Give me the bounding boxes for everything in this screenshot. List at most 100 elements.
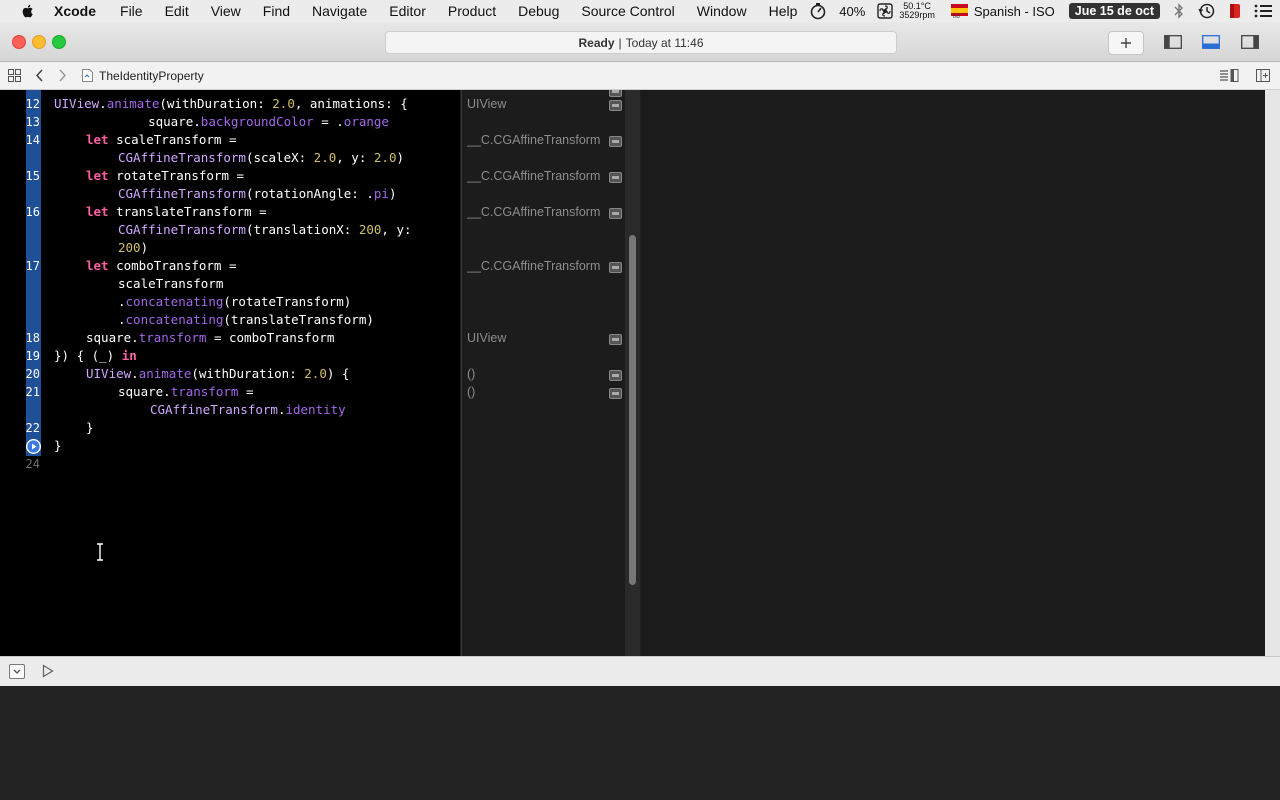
related-items-button[interactable] — [8, 62, 21, 89]
result-value: UIView — [467, 331, 507, 345]
code-token: identity — [285, 402, 346, 417]
code-line[interactable]: } — [0, 437, 460, 455]
code-line[interactable]: 22} — [0, 419, 460, 437]
line-number[interactable]: 18 — [18, 329, 40, 347]
run-to-line-button[interactable] — [26, 439, 41, 454]
time-machine-icon[interactable] — [1198, 2, 1216, 20]
code-line[interactable]: 24 — [0, 455, 460, 473]
line-number[interactable]: 20 — [18, 365, 40, 383]
code-line[interactable]: .concatenating(rotateTransform) — [0, 293, 460, 311]
window-toolbar: Ready | Today at 11:46 — [0, 22, 1280, 62]
line-number[interactable]: 15 — [18, 167, 40, 185]
code-line[interactable]: scaleTransform — [0, 275, 460, 293]
code-text: CGAffineTransform(scaleX: 2.0, y: 2.0) — [118, 149, 404, 167]
line-number[interactable]: 14 — [18, 131, 40, 149]
code-line[interactable]: 15 let rotateTransform = — [0, 167, 460, 185]
code-token: (withDuration: — [191, 366, 305, 381]
timer-icon[interactable] — [809, 2, 827, 20]
line-number[interactable]: 24 — [18, 455, 40, 473]
code-text: let rotateTransform = — [86, 167, 244, 185]
toggle-inspector-button[interactable] — [1235, 31, 1265, 53]
date-pill-wrap[interactable]: Jue 15 de oct — [1068, 3, 1160, 19]
menu-product[interactable]: Product — [448, 3, 496, 19]
quick-look-icon[interactable] — [609, 334, 622, 345]
code-token: (rotationAngle: . — [245, 186, 374, 201]
line-number[interactable]: 22 — [18, 419, 40, 437]
code-text: } — [86, 419, 94, 437]
fan-speed-value: 3529rpm — [899, 10, 935, 20]
app-status-icon[interactable] — [1228, 3, 1242, 19]
battery-percent[interactable]: 40% — [839, 4, 865, 19]
code-text: let comboTransform = — [86, 257, 237, 275]
menu-find[interactable]: Find — [263, 3, 290, 19]
quick-look-icon[interactable] — [609, 208, 622, 219]
add-editor-button[interactable] — [1256, 62, 1270, 89]
zoom-window-button[interactable] — [52, 35, 66, 49]
scrollbar-thumb[interactable] — [629, 235, 636, 585]
code-line[interactable]: CGAffineTransform(translationX: 200, y: — [0, 221, 460, 239]
menu-debug[interactable]: Debug — [518, 3, 559, 19]
vertical-scrollbar[interactable] — [625, 90, 640, 656]
back-button[interactable] — [35, 62, 44, 89]
date-label: Jue 15 de oct — [1068, 3, 1160, 19]
quick-look-icon[interactable] — [609, 90, 622, 97]
menu-help[interactable]: Help — [769, 3, 798, 19]
line-number[interactable]: 19 — [18, 347, 40, 365]
code-line[interactable]: CGAffineTransform(scaleX: 2.0, y: 2.0) — [0, 149, 460, 167]
run-playground-button[interactable] — [42, 664, 54, 683]
code-line[interactable]: CGAffineTransform.identity — [0, 401, 460, 419]
toggle-debug-area-button[interactable] — [1196, 31, 1226, 53]
code-line[interactable]: 18 square.transform = comboTransform — [0, 329, 460, 347]
live-view-panel[interactable] — [641, 90, 1265, 656]
close-window-button[interactable] — [12, 35, 26, 49]
menu-file[interactable]: File — [120, 3, 143, 19]
add-library-button[interactable] — [1108, 31, 1144, 55]
input-source-label[interactable]: Spanish - ISO — [974, 4, 1055, 19]
menu-xcode[interactable]: Xcode — [54, 3, 96, 19]
quick-look-icon[interactable] — [609, 262, 622, 273]
code-line[interactable]: 14 let scaleTransform = — [0, 131, 460, 149]
code-line[interactable]: 200) — [0, 239, 460, 257]
breadcrumb[interactable]: TheIdentityProperty — [82, 62, 204, 89]
menu-source-control[interactable]: Source Control — [581, 3, 674, 19]
code-line[interactable]: CGAffineTransform(rotationAngle: .pi) — [0, 185, 460, 203]
menu-edit[interactable]: Edit — [165, 3, 189, 19]
minimap-toggle-button[interactable] — [1219, 62, 1239, 89]
spain-flag-icon[interactable]: ISO — [950, 4, 968, 18]
code-line[interactable]: 16 let translateTransform = — [0, 203, 460, 221]
right-panel-icon — [1241, 35, 1259, 49]
bluetooth-icon[interactable] — [1172, 3, 1186, 19]
notification-center-icon[interactable] — [1254, 4, 1272, 18]
quick-look-icon[interactable] — [609, 100, 622, 111]
temperature-readout[interactable]: 50.1°C 3529rpm — [899, 2, 935, 20]
menu-window[interactable]: Window — [697, 3, 747, 19]
apple-icon[interactable] — [20, 3, 36, 19]
quick-look-icon[interactable] — [609, 388, 622, 399]
source-editor[interactable]: 12 UIView.animate(withDuration: 2.0, anim… — [0, 90, 460, 656]
line-number[interactable]: 12 — [18, 95, 40, 113]
fan-icon[interactable] — [877, 3, 894, 19]
code-line[interactable]: 17 let comboTransform = — [0, 257, 460, 275]
line-number[interactable]: 13 — [18, 113, 40, 131]
menu-view[interactable]: View — [211, 3, 241, 19]
minimize-window-button[interactable] — [32, 35, 46, 49]
code-text: UIView.animate(withDuration: 2.0) { — [86, 365, 349, 383]
code-line[interactable]: 21 square.transform = — [0, 383, 460, 401]
code-line[interactable]: 19}) { (_) in — [0, 347, 460, 365]
toggle-navigator-button[interactable] — [1158, 31, 1188, 53]
line-number[interactable]: 16 — [18, 203, 40, 221]
code-line[interactable]: 12 UIView.animate(withDuration: 2.0, anim… — [0, 95, 460, 113]
line-number[interactable]: 17 — [18, 257, 40, 275]
menu-navigate[interactable]: Navigate — [312, 3, 367, 19]
console-area[interactable] — [0, 686, 1280, 800]
menu-editor[interactable]: Editor — [389, 3, 426, 19]
quick-look-icon[interactable] — [609, 172, 622, 183]
hide-debug-area-button[interactable] — [9, 664, 25, 679]
code-line[interactable]: 13 square.backgroundColor = .orange — [0, 113, 460, 131]
code-line[interactable]: 20 UIView.animate(withDuration: 2.0) { — [0, 365, 460, 383]
line-number[interactable]: 21 — [18, 383, 40, 401]
forward-button[interactable] — [58, 62, 67, 89]
code-line[interactable]: .concatenating(translateTransform) — [0, 311, 460, 329]
quick-look-icon[interactable] — [609, 136, 622, 147]
quick-look-icon[interactable] — [609, 370, 622, 381]
